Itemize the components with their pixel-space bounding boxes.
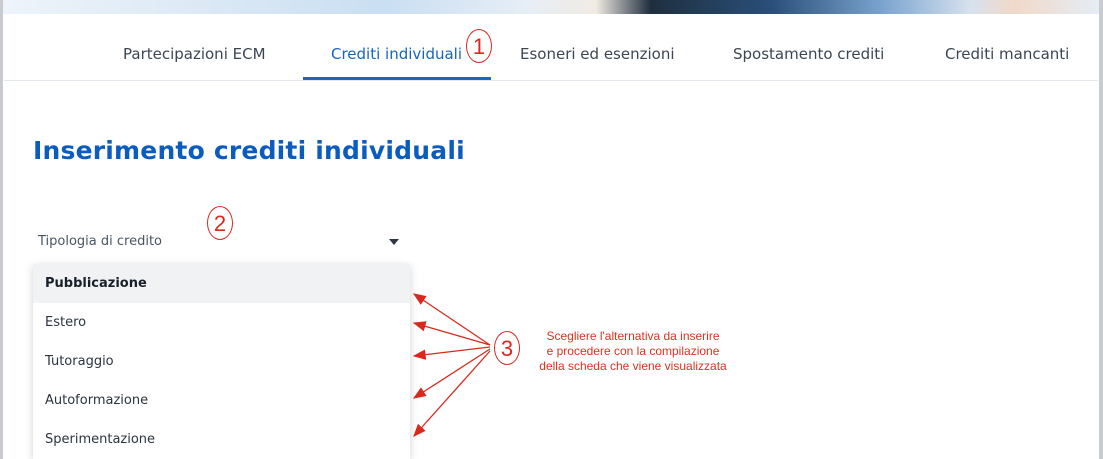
annotation-arrows — [412, 293, 491, 437]
annotation-marker-3: 3 — [494, 331, 520, 365]
arrow-to-tutoraggio — [412, 346, 491, 360]
arrow-to-autoformazione — [412, 348, 491, 399]
arrow-to-pubblicazione — [412, 293, 491, 346]
annotation-line: e procedere con la compilazione — [546, 344, 720, 358]
arrow-to-estero — [412, 321, 491, 346]
annotation-instructions: Scegliere l'alternativa da inserire e pr… — [523, 329, 743, 374]
annotation-line: Scegliere l'alternativa da inserire — [546, 329, 720, 343]
annotation-line: della scheda che viene visualizzata — [539, 359, 727, 373]
arrow-to-sperimentazione — [413, 350, 491, 437]
